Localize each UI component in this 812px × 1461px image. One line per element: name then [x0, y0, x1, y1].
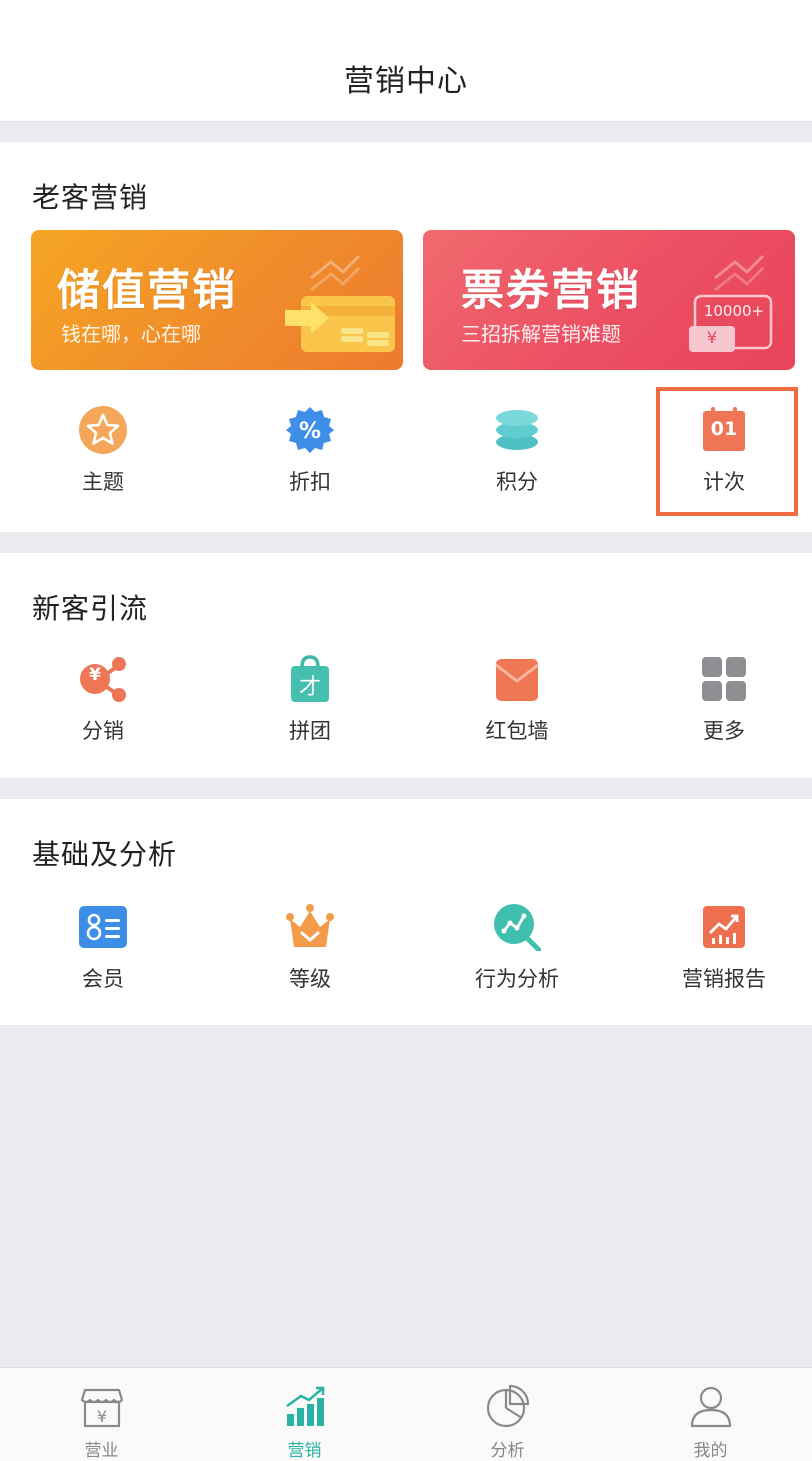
section-title: 新客引流	[32, 592, 149, 625]
group-buy-item[interactable]: 才 拼团	[230, 655, 390, 745]
item-label: 分销	[82, 719, 124, 743]
item-label: 拼团	[289, 719, 331, 743]
banner-subtitle: 钱在哪，心在哪	[61, 322, 201, 346]
growth-bars-icon	[286, 1386, 325, 1426]
member-item[interactable]: 会员	[23, 903, 183, 993]
user-icon	[690, 1386, 732, 1428]
coin-stack-icon	[496, 410, 538, 450]
level-item[interactable]: 等级	[230, 903, 390, 993]
item-label: 等级	[289, 967, 331, 991]
tab-label: 我的	[693, 1441, 728, 1461]
highlight-box	[656, 387, 798, 516]
behavior-analysis-item[interactable]: 行为分析	[437, 903, 597, 993]
item-label: 会员	[82, 967, 124, 991]
share-icon-text: ¥	[89, 665, 101, 685]
tab-label: 分析	[490, 1441, 525, 1461]
item-label: 折扣	[289, 470, 331, 494]
coupon-badge-text: 10000+	[703, 302, 765, 320]
theme-item[interactable]: 主题	[23, 406, 183, 496]
nav-bar: 营销中心	[0, 0, 812, 122]
svg-text:¥: ¥	[97, 1407, 107, 1426]
page-title: 营销中心	[344, 64, 468, 99]
star-icon	[79, 406, 127, 454]
points-item[interactable]: 积分	[437, 406, 597, 496]
section-title: 基础及分析	[32, 838, 178, 871]
banner-title: 票券营销	[461, 266, 641, 316]
banner-subtitle: 三招拆解营销难题	[461, 322, 621, 346]
item-label: 更多	[703, 719, 745, 743]
tab-business[interactable]: ¥ 营业	[0, 1368, 203, 1461]
bag-icon-text: 才	[298, 675, 321, 700]
new-customer-section: 新客引流 ¥ 分销 才 拼团 红包墙 更多	[0, 553, 812, 778]
card-coins-icon	[285, 254, 395, 352]
discount-item[interactable]: % 折扣	[230, 406, 390, 496]
crown-icon	[286, 904, 334, 947]
basics-section: 基础及分析 会员 等级 行为分析 营销报告	[0, 799, 812, 1025]
shop-icon: ¥	[80, 1388, 124, 1428]
red-packet-wall-item[interactable]: 红包墙	[437, 655, 597, 745]
distribution-item[interactable]: ¥ 分销	[23, 655, 183, 745]
item-label: 营销报告	[682, 967, 766, 991]
envelope-icon	[495, 659, 539, 701]
coupon-currency-text: ¥	[706, 328, 718, 347]
percent-badge-icon: %	[286, 407, 334, 453]
svg-text:%: %	[299, 419, 321, 444]
item-label: 积分	[496, 470, 538, 494]
tab-label: 营业	[84, 1441, 119, 1461]
tab-bar: ¥ 营业 营销 分析 我的	[0, 1367, 812, 1461]
report-chart-icon	[703, 906, 745, 948]
grid-icon	[702, 657, 746, 701]
tab-analysis[interactable]: 分析	[406, 1368, 609, 1461]
item-label: 红包墙	[485, 719, 549, 743]
analysis-search-icon	[494, 904, 541, 951]
member-card-icon	[79, 906, 127, 948]
tab-mine[interactable]: 我的	[609, 1368, 812, 1461]
item-label: 行为分析	[475, 967, 559, 991]
tab-label: 营销	[287, 1441, 322, 1461]
banner-title: 储值营销	[57, 266, 237, 316]
pie-chart-icon	[486, 1384, 530, 1428]
item-label: 主题	[82, 470, 124, 494]
section-title: 老客营销	[32, 181, 149, 214]
more-item[interactable]: 更多	[644, 655, 804, 745]
tab-marketing[interactable]: 营销	[203, 1368, 406, 1461]
voucher-banner[interactable]: 票券营销 三招拆解营销难题 10000+ ¥	[423, 230, 795, 370]
marketing-report-item[interactable]: 营销报告	[644, 903, 804, 993]
stored-value-banner[interactable]: 储值营销 钱在哪，心在哪	[31, 230, 403, 370]
